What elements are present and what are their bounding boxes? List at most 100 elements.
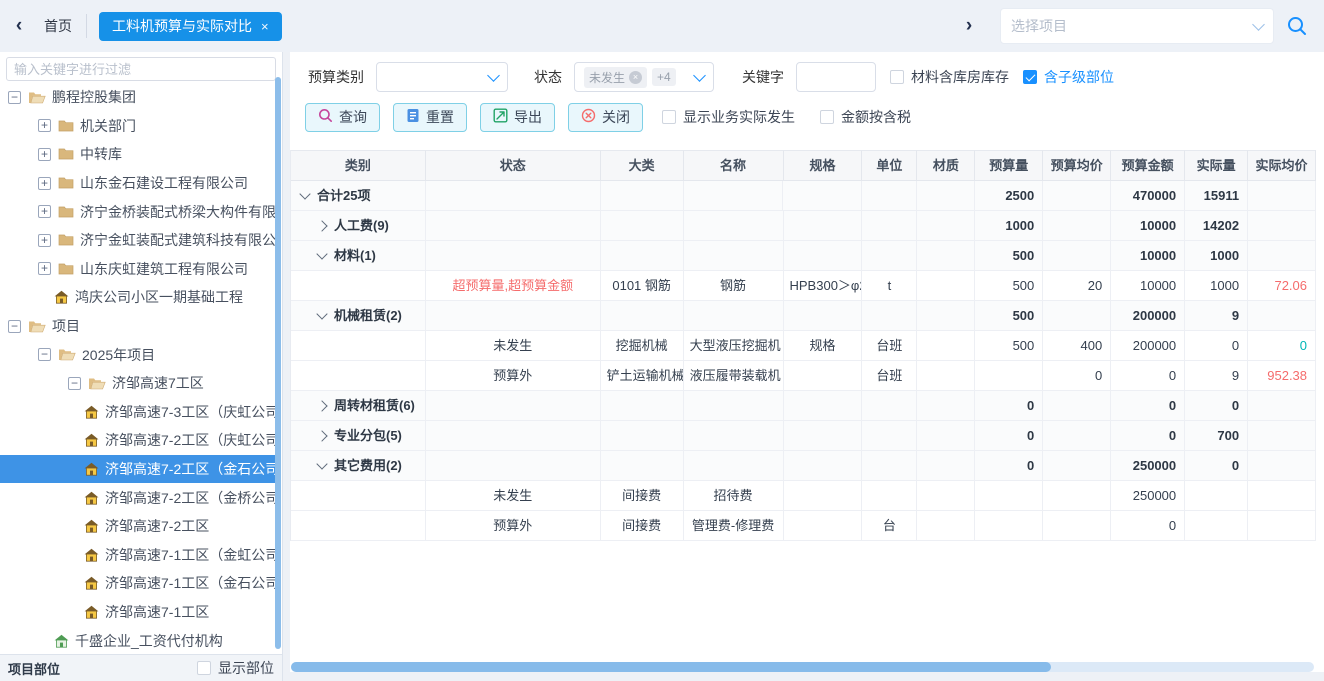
group-row[interactable]: 材料(1)500100001000: [291, 241, 1316, 271]
expand-row-icon[interactable]: [316, 430, 327, 441]
tree-item[interactable]: +中转库: [0, 140, 275, 169]
tree-item[interactable]: +山东庆虹建筑工程有限公司: [0, 255, 275, 284]
export-button[interactable]: 导出: [480, 103, 555, 132]
tree-item[interactable]: 济邹高速7-1工区: [0, 598, 275, 627]
cell-budgetPrice: 0: [1043, 361, 1111, 391]
tree-item[interactable]: +济宁金桥装配式桥梁大构件有限公: [0, 197, 275, 226]
status-select[interactable]: 未发生 × +4: [574, 62, 714, 92]
cell-unit: 台: [862, 511, 917, 541]
group-row[interactable]: 人工费(9)10001000014202: [291, 211, 1316, 241]
horizontal-scrollbar-thumb[interactable]: [291, 662, 1051, 672]
collapse-icon[interactable]: −: [8, 91, 21, 104]
column-header-name[interactable]: 名称: [684, 150, 784, 181]
group-label: 材料(1): [334, 241, 376, 270]
collapse-row-icon[interactable]: [316, 458, 327, 469]
group-row[interactable]: 其它费用(2)02500000: [291, 451, 1316, 481]
search-icon[interactable]: [1286, 15, 1308, 37]
tab-active-budget-comparison[interactable]: 工料机预算与实际对比 ×: [99, 12, 282, 41]
expand-icon[interactable]: +: [38, 262, 51, 275]
tree-item[interactable]: 济邹高速7-2工区: [0, 512, 275, 541]
collapse-icon[interactable]: −: [68, 377, 81, 390]
table-row[interactable]: 预算外铲土运输机械液压履带装载机台班009952.38: [291, 361, 1316, 391]
group-row[interactable]: 机械租赁(2)5002000009: [291, 301, 1316, 331]
horizontal-scrollbar-track[interactable]: [291, 662, 1314, 672]
tree-item[interactable]: +济宁金虹装配式建筑科技有限公司: [0, 226, 275, 255]
collapse-icon[interactable]: −: [8, 320, 21, 333]
material-stock-checkbox[interactable]: [890, 70, 904, 84]
show-business-actual-checkbox[interactable]: [662, 110, 676, 124]
sidebar-org-tree-panel: −鹏程控股集团+机关部门+中转库+山东金石建设工程有限公司+济宁金桥装配式桥梁大…: [0, 52, 283, 681]
tree-item[interactable]: 千盛企业_工资代付机构: [0, 626, 275, 653]
keyword-input[interactable]: [796, 62, 876, 92]
nav-forward-icon[interactable]: ›: [958, 15, 980, 37]
column-header-majorClass[interactable]: 大类: [601, 150, 684, 181]
project-select[interactable]: 选择项目: [1000, 8, 1274, 44]
tree-item[interactable]: 济邹高速7-2工区（庆虹公司）: [0, 426, 275, 455]
collapse-row-icon[interactable]: [316, 248, 327, 259]
expand-icon[interactable]: +: [38, 234, 51, 247]
tree-item-label: 济邹高速7-2工区（金桥公司）: [105, 488, 275, 508]
tree-item[interactable]: 济邹高速7-1工区（金石公司）: [0, 569, 275, 598]
tab-close-icon[interactable]: ×: [261, 19, 269, 34]
cell-actualQty: [1185, 511, 1248, 541]
close-button[interactable]: 关闭: [568, 103, 643, 132]
column-header-actualQty[interactable]: 实际量: [1185, 150, 1248, 181]
table-row[interactable]: 预算外间接费管理费-修理费台0: [291, 511, 1316, 541]
tree-item[interactable]: +机关部门: [0, 112, 275, 141]
column-header-budgetQty[interactable]: 预算量: [975, 150, 1043, 181]
reset-button[interactable]: 重置: [393, 103, 467, 132]
tree-item[interactable]: 济邹高速7-1工区（金虹公司）: [0, 541, 275, 570]
column-header-material[interactable]: 材质: [917, 150, 975, 181]
collapse-row-icon[interactable]: [316, 308, 327, 319]
column-header-budgetPrice[interactable]: 预算均价: [1043, 150, 1111, 181]
tree-scrollbar[interactable]: [275, 77, 281, 649]
expand-icon[interactable]: +: [38, 177, 51, 190]
expand-icon[interactable]: +: [38, 119, 51, 132]
collapse-row-icon[interactable]: [299, 188, 310, 199]
tab-home[interactable]: 首页: [44, 16, 72, 36]
group-row[interactable]: 周转材租赁(6)000: [291, 391, 1316, 421]
budget-category-select[interactable]: [376, 62, 508, 92]
column-header-spec[interactable]: 规格: [784, 150, 863, 181]
cell-unit: [862, 301, 917, 331]
tree-item[interactable]: 鸿庆公司小区一期基础工程: [0, 283, 275, 312]
table-row[interactable]: 未发生间接费招待费250000: [291, 481, 1316, 511]
nav-back-icon[interactable]: ‹: [8, 15, 30, 37]
column-header-unit[interactable]: 单位: [862, 150, 917, 181]
table-row[interactable]: 超预算量,超预算金额0101 钢筋钢筋HPB300＞φ2t50020100001…: [291, 271, 1316, 301]
tag-close-icon[interactable]: ×: [629, 71, 642, 84]
tree-item[interactable]: −鹏程控股集团: [0, 83, 275, 112]
query-button[interactable]: 查询: [305, 103, 380, 132]
panel-splitter[interactable]: [283, 52, 290, 681]
expand-row-icon[interactable]: [316, 220, 327, 231]
expand-icon[interactable]: +: [38, 148, 51, 161]
group-row[interactable]: 合计25项250047000015911: [291, 181, 1316, 211]
tree-item[interactable]: −济邹高速7工区: [0, 369, 275, 398]
column-header-status[interactable]: 状态: [426, 150, 601, 181]
tree-item[interactable]: 济邹高速7-3工区（庆虹公司）: [0, 398, 275, 427]
tree-item-label: 济邹高速7-2工区（金石公司）: [105, 459, 275, 479]
expand-icon[interactable]: +: [38, 205, 51, 218]
tree-item[interactable]: −项目: [0, 312, 275, 341]
table-row[interactable]: 未发生挖掘机械大型液压挖掘机规格台班50040020000000: [291, 331, 1316, 361]
group-row[interactable]: 专业分包(5)00700: [291, 421, 1316, 451]
cell-category: [291, 511, 426, 541]
tree-item[interactable]: 济邹高速7-2工区（金石公司）: [0, 455, 275, 484]
cell-actualPrice: 0: [1248, 331, 1316, 361]
cell-material: [917, 511, 975, 541]
tree-item[interactable]: 济邹高速7-2工区（金桥公司）: [0, 483, 275, 512]
cell-actualPrice: [1248, 211, 1316, 241]
column-header-category[interactable]: 类别: [291, 150, 426, 181]
column-header-actualPrice[interactable]: 实际均价: [1248, 150, 1316, 181]
collapse-icon[interactable]: −: [38, 348, 51, 361]
tree-filter-input[interactable]: [6, 57, 276, 81]
column-header-budgetAmount[interactable]: 预算金额: [1111, 150, 1185, 181]
tree-item[interactable]: −2025年项目: [0, 340, 275, 369]
tree-item[interactable]: +山东金石建设工程有限公司: [0, 169, 275, 198]
group-label: 合计25项: [317, 181, 370, 210]
show-parts-checkbox[interactable]: [197, 661, 211, 675]
amount-with-tax-checkbox[interactable]: [820, 110, 834, 124]
include-sub-parts-checkbox[interactable]: [1023, 70, 1037, 84]
expand-row-icon[interactable]: [316, 400, 327, 411]
cell-name: 招待费: [684, 481, 784, 511]
